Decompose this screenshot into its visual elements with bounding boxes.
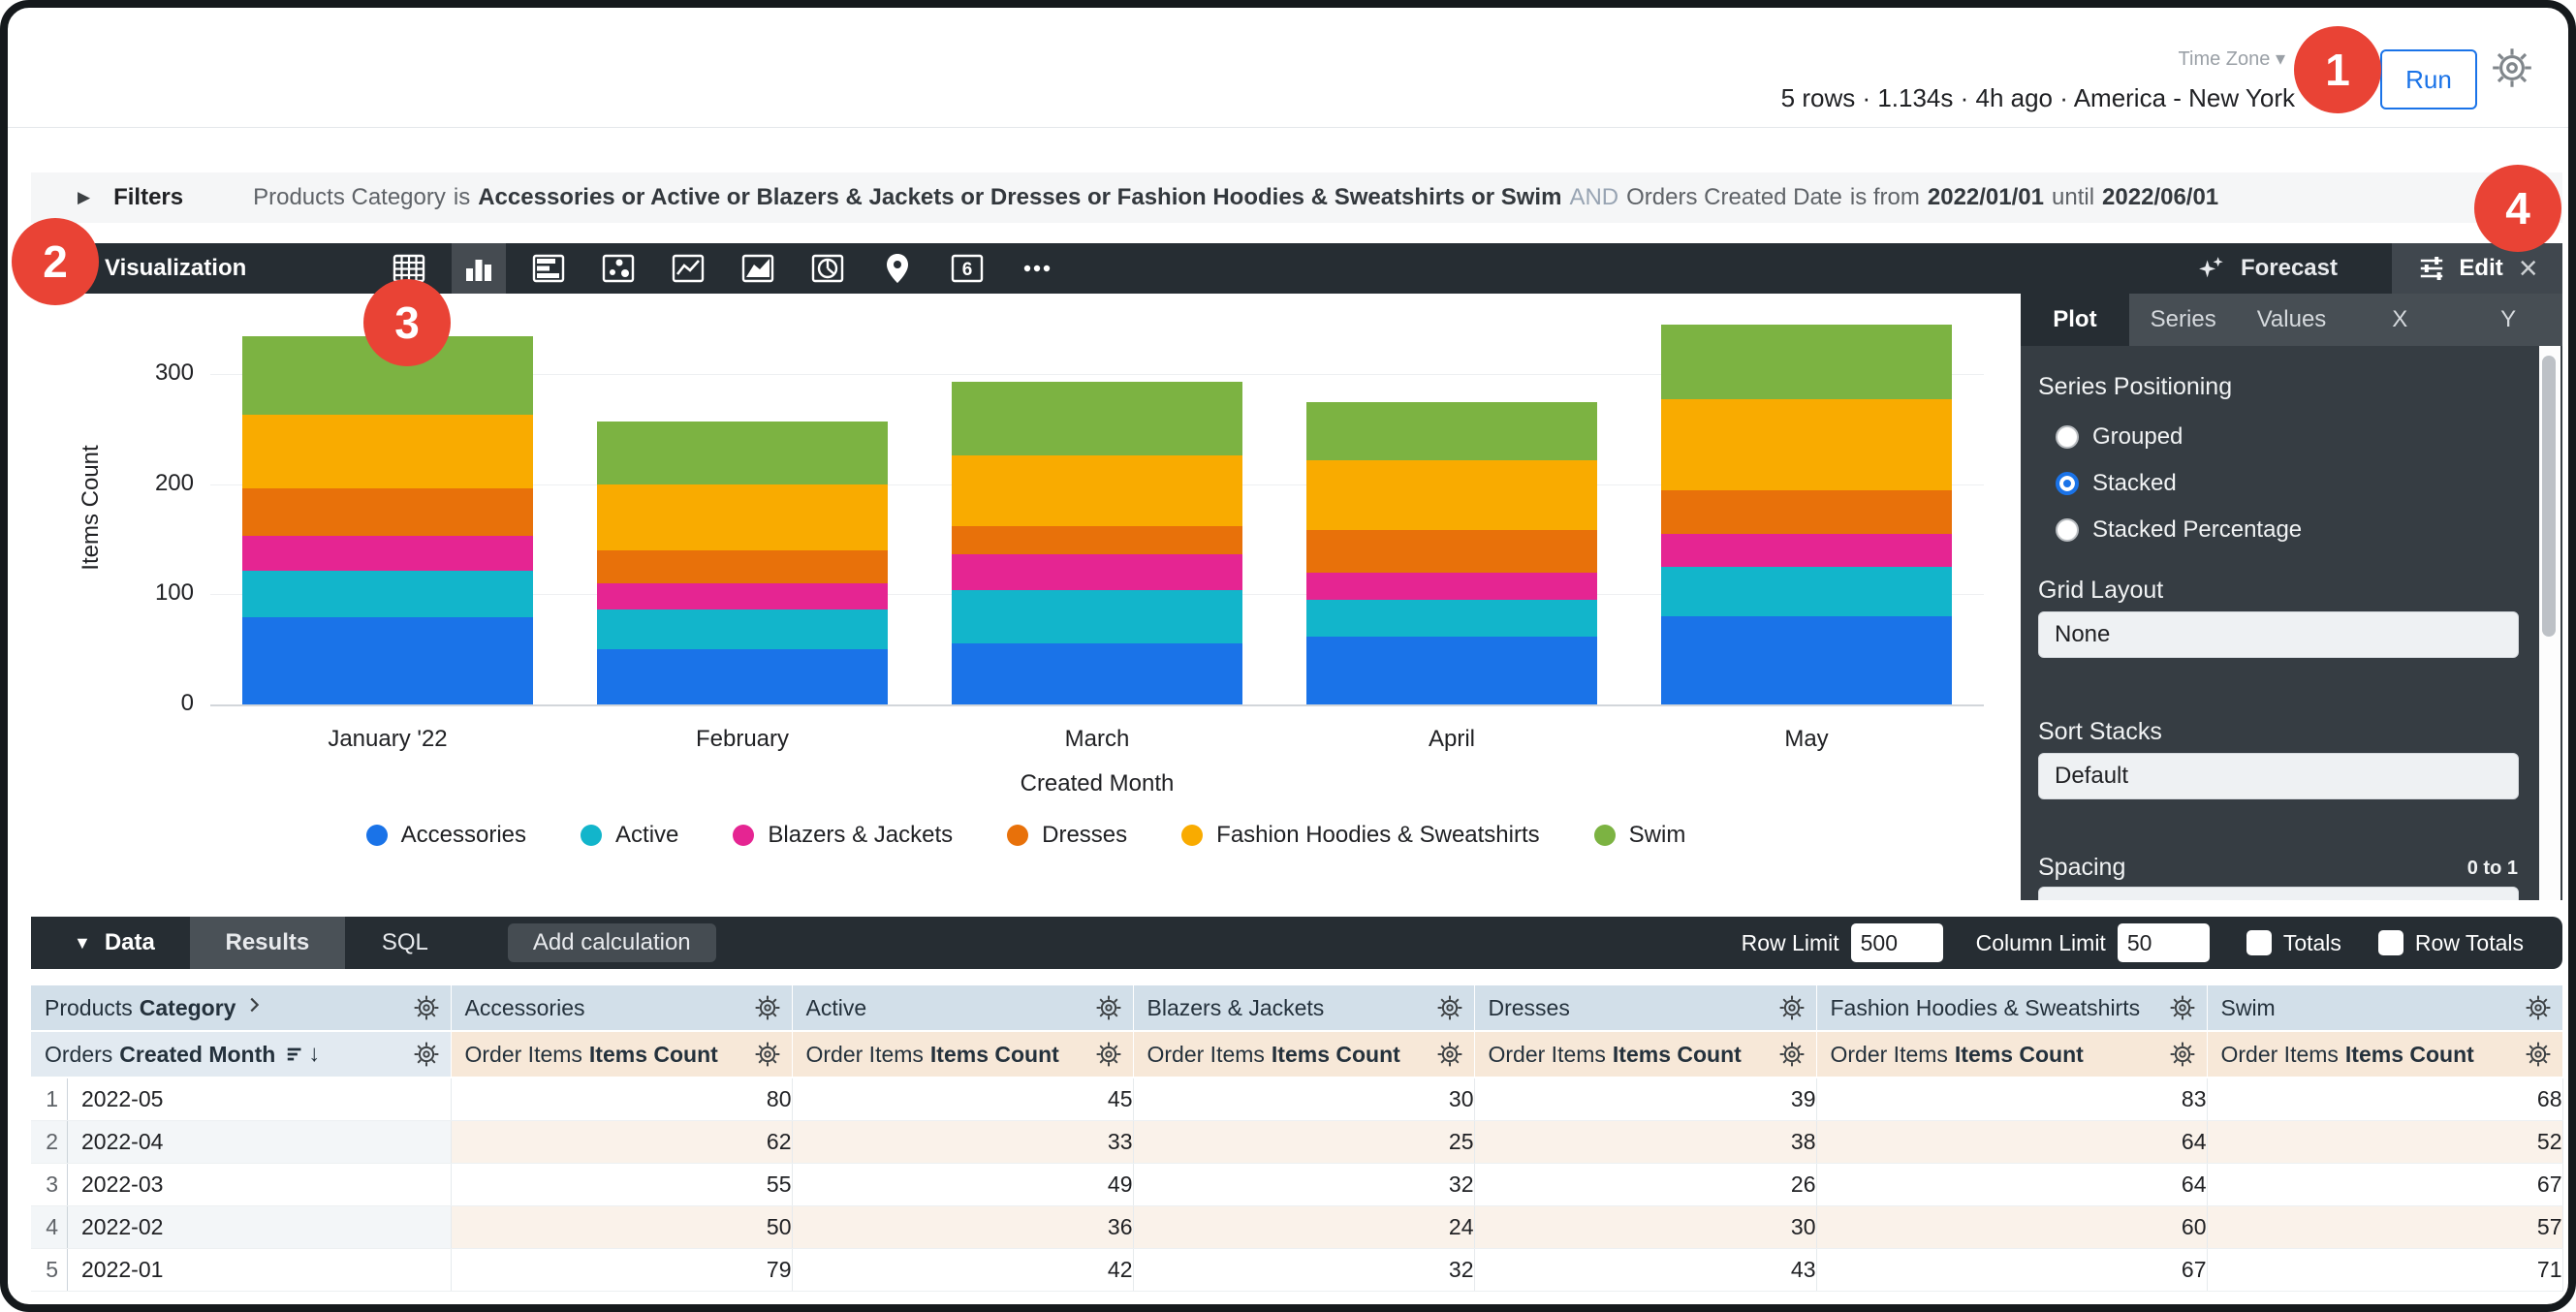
annotation-badge-3: 3 [363, 279, 451, 366]
radio-option-grouped[interactable]: Grouped [2056, 423, 2183, 451]
spacing-range-note: 0 to 1 [2467, 858, 2518, 880]
sort-stacks-select[interactable]: Default [2038, 753, 2519, 799]
edit-panel-tabs: PlotSeriesValuesXY [2021, 294, 2562, 346]
annotation-badge-4: 4 [2474, 165, 2561, 252]
annotation-badge-1: 1 [2294, 26, 2381, 113]
tab-x[interactable]: X [2345, 294, 2454, 346]
spacing-heading: Spacing [2038, 854, 2125, 882]
radio-label: Stacked Percentage [2092, 516, 2302, 544]
tab-values[interactable]: Values [2238, 294, 2346, 346]
radio-label: Stacked [2092, 470, 2177, 497]
grid-layout-heading: Grid Layout [2038, 577, 2163, 605]
sort-stacks-heading: Sort Stacks [2038, 718, 2162, 746]
tab-y[interactable]: Y [2454, 294, 2562, 346]
screenshot-stage: Time Zone ▾ 5 rows · 1.134s · 4h ago · A… [0, 0, 2576, 1312]
annotation-badge-2: 2 [12, 218, 99, 305]
radio-icon[interactable] [2056, 518, 2079, 542]
grid-layout-select[interactable]: None [2038, 611, 2519, 658]
tab-plot[interactable]: Plot [2021, 294, 2129, 346]
radio-option-stacked[interactable]: Stacked [2056, 470, 2177, 497]
edit-panel: Series Positioning Grouped Stacked Stacked… [2021, 346, 2562, 900]
tab-series[interactable]: Series [2129, 294, 2238, 346]
panel-scrollbar-thumb[interactable] [2542, 356, 2556, 637]
radio-icon[interactable] [2056, 472, 2079, 495]
spacing-input[interactable] [2038, 887, 2519, 900]
radio-icon[interactable] [2056, 425, 2079, 449]
series-positioning-heading: Series Positioning [2038, 373, 2232, 401]
radio-option-stacked-percentage[interactable]: Stacked Percentage [2056, 516, 2302, 544]
panel-scrollbar-track[interactable] [2539, 346, 2560, 900]
radio-label: Grouped [2092, 423, 2183, 451]
